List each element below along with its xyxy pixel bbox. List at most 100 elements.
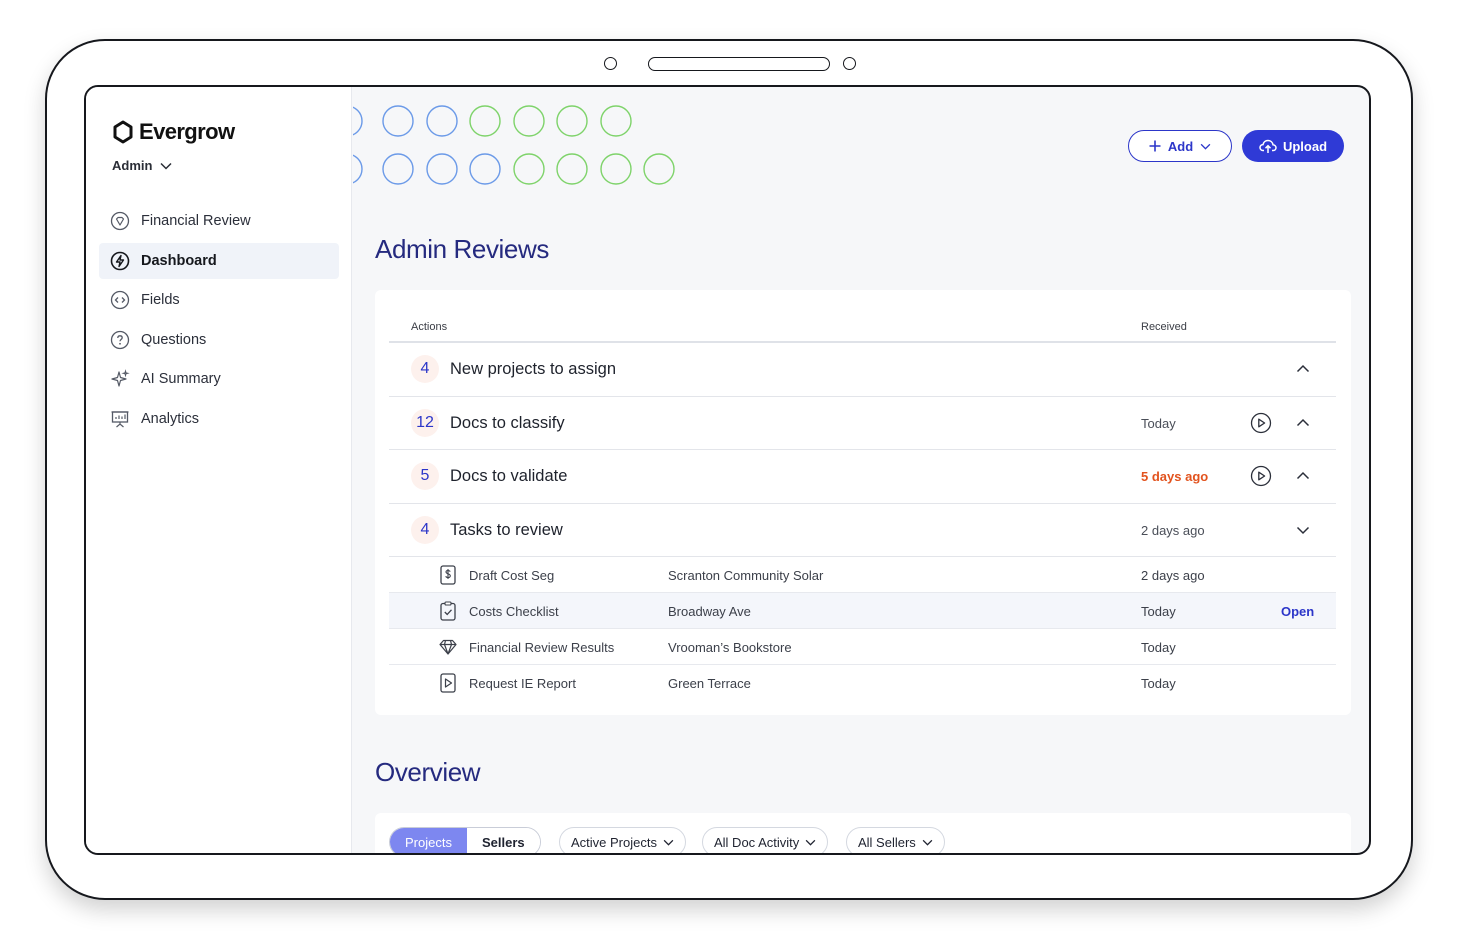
decorative-circles — [353, 105, 675, 185]
chevron-down-icon[interactable] — [1294, 521, 1312, 539]
play-doc-icon — [440, 673, 456, 693]
presentation-chart-icon — [110, 409, 130, 429]
review-group-row[interactable]: 12 Docs to classify Today — [389, 397, 1336, 450]
sidebar-item-fields[interactable]: Fields — [99, 282, 339, 318]
chevron-down-icon — [160, 162, 172, 170]
sidebar-nav: Financial Review Dashboard Fields Questi… — [99, 203, 339, 440]
chevron-up-icon[interactable] — [1294, 414, 1312, 432]
group-label: Tasks to review — [450, 520, 563, 539]
task-row[interactable]: Financial Review Results Vrooman’s Books… — [389, 629, 1336, 665]
sidebar-item-analytics[interactable]: Analytics — [99, 401, 339, 437]
group-label: New projects to assign — [450, 360, 616, 378]
task-received: Today — [1141, 640, 1176, 655]
sidebar: Evergrow Admin Financial Review Dashboar… — [86, 87, 352, 853]
brand[interactable]: Evergrow — [111, 119, 235, 145]
upload-button[interactable]: Upload — [1242, 130, 1344, 162]
sidebar-item-dashboard[interactable]: Dashboard — [99, 242, 339, 279]
add-button-label: Add — [1167, 138, 1194, 154]
task-received: Today — [1141, 676, 1176, 691]
brand-name: Evergrow — [139, 119, 235, 144]
role-selector[interactable]: Admin — [112, 158, 172, 173]
task-name: Request IE Report — [469, 676, 576, 691]
open-task-link[interactable]: Open — [1281, 604, 1314, 619]
evergrow-logo-icon — [113, 120, 133, 144]
page-title: Admin Reviews — [375, 234, 549, 264]
role-label: Admin — [112, 158, 153, 173]
app-screen: Evergrow Admin Financial Review Dashboar… — [84, 85, 1371, 855]
overview-title: Overview — [375, 757, 481, 787]
question-circle-icon — [110, 330, 130, 350]
sidebar-item-label: AI Summary — [141, 371, 221, 387]
chevron-down-icon — [663, 839, 674, 846]
code-circle-icon — [110, 290, 130, 310]
review-group-row[interactable]: 4 New projects to assign — [389, 343, 1336, 397]
task-row[interactable]: Costs Checklist Broadway Ave Today Open — [389, 593, 1336, 629]
column-header-received: Received — [1141, 321, 1187, 333]
play-circle-icon[interactable] — [1250, 412, 1272, 434]
chevron-down-icon — [805, 839, 816, 846]
filter-label: All Doc Activity — [714, 834, 800, 850]
count-badge: 4 — [411, 515, 439, 544]
task-received: 2 days ago — [1141, 568, 1205, 583]
task-row[interactable]: Draft Cost Seg Scranton Community Solar … — [389, 557, 1336, 593]
upload-button-label: Upload — [1282, 138, 1328, 154]
sidebar-item-label: Analytics — [141, 410, 200, 427]
chevron-up-icon[interactable] — [1294, 467, 1312, 485]
column-header-actions: Actions — [411, 321, 448, 333]
dollar-doc-icon — [440, 565, 456, 585]
filter-label: Active Projects — [571, 834, 657, 850]
filter-sellers[interactable]: All Sellers — [846, 827, 945, 853]
diamond-icon — [439, 639, 457, 655]
sidebar-item-label: Questions — [141, 331, 207, 348]
task-project: Vrooman’s Bookstore — [668, 640, 792, 655]
view-toggle: Projects Sellers — [389, 827, 541, 853]
task-received: Today — [1141, 604, 1176, 619]
clipboard-check-icon — [440, 601, 456, 621]
filter-label: All Sellers — [858, 834, 916, 850]
task-project: Green Terrace — [668, 676, 751, 691]
sensor-icon — [843, 57, 856, 70]
chevron-up-icon[interactable] — [1294, 360, 1312, 378]
count-badge: 12 — [411, 408, 439, 437]
received-time-overdue: 5 days ago — [1141, 469, 1209, 484]
chevron-down-icon — [1200, 143, 1211, 150]
speaker-slot — [648, 57, 830, 71]
plus-icon — [1149, 140, 1161, 152]
task-name: Draft Cost Seg — [469, 568, 555, 583]
task-row[interactable]: Request IE Report Green Terrace Today — [389, 665, 1336, 701]
count-badge: 4 — [411, 355, 439, 383]
main-content: Add Upload Admin Reviews Actions Receive… — [353, 87, 1369, 853]
sparkles-icon — [110, 369, 130, 389]
table-header: Actions Received — [389, 290, 1336, 343]
camera-icon — [604, 57, 617, 70]
task-name: Costs Checklist — [469, 604, 559, 619]
shield-heart-icon — [110, 211, 130, 231]
chevron-down-icon — [922, 839, 933, 846]
review-group-row[interactable]: 4 Tasks to review 2 days ago — [389, 504, 1336, 557]
received-time: 2 days ago — [1141, 522, 1205, 538]
cloud-upload-icon — [1259, 139, 1277, 153]
task-project: Broadway Ave — [668, 604, 751, 619]
task-project: Scranton Community Solar — [668, 568, 824, 583]
received-time: Today — [1141, 415, 1176, 431]
sidebar-item-label: Dashboard — [141, 252, 217, 269]
overview-card: Projects Sellers Active Projects All Doc… — [375, 813, 1351, 853]
lightning-icon — [110, 251, 130, 271]
add-button[interactable]: Add — [1128, 130, 1232, 162]
sidebar-item-financial-review[interactable]: Financial Review — [99, 203, 339, 239]
sidebar-item-questions[interactable]: Questions — [99, 322, 339, 358]
review-group-row[interactable]: 5 Docs to validate 5 days ago — [389, 450, 1336, 504]
task-name: Financial Review Results — [469, 640, 615, 655]
segment-sellers[interactable]: Sellers — [466, 828, 540, 853]
count-badge: 5 — [411, 462, 439, 490]
sidebar-item-label: Fields — [141, 292, 180, 308]
sidebar-item-label: Financial Review — [141, 213, 251, 229]
play-circle-icon[interactable] — [1250, 465, 1272, 487]
admin-reviews-card: Actions Received 4 New projects to assig… — [375, 290, 1351, 715]
sidebar-item-ai-summary[interactable]: AI Summary — [99, 361, 339, 397]
filter-active-projects[interactable]: Active Projects — [559, 827, 686, 853]
group-label: Docs to classify — [450, 413, 565, 432]
filter-doc-activity[interactable]: All Doc Activity — [702, 827, 829, 853]
segment-projects[interactable]: Projects — [390, 828, 467, 853]
group-label: Docs to validate — [450, 467, 568, 485]
